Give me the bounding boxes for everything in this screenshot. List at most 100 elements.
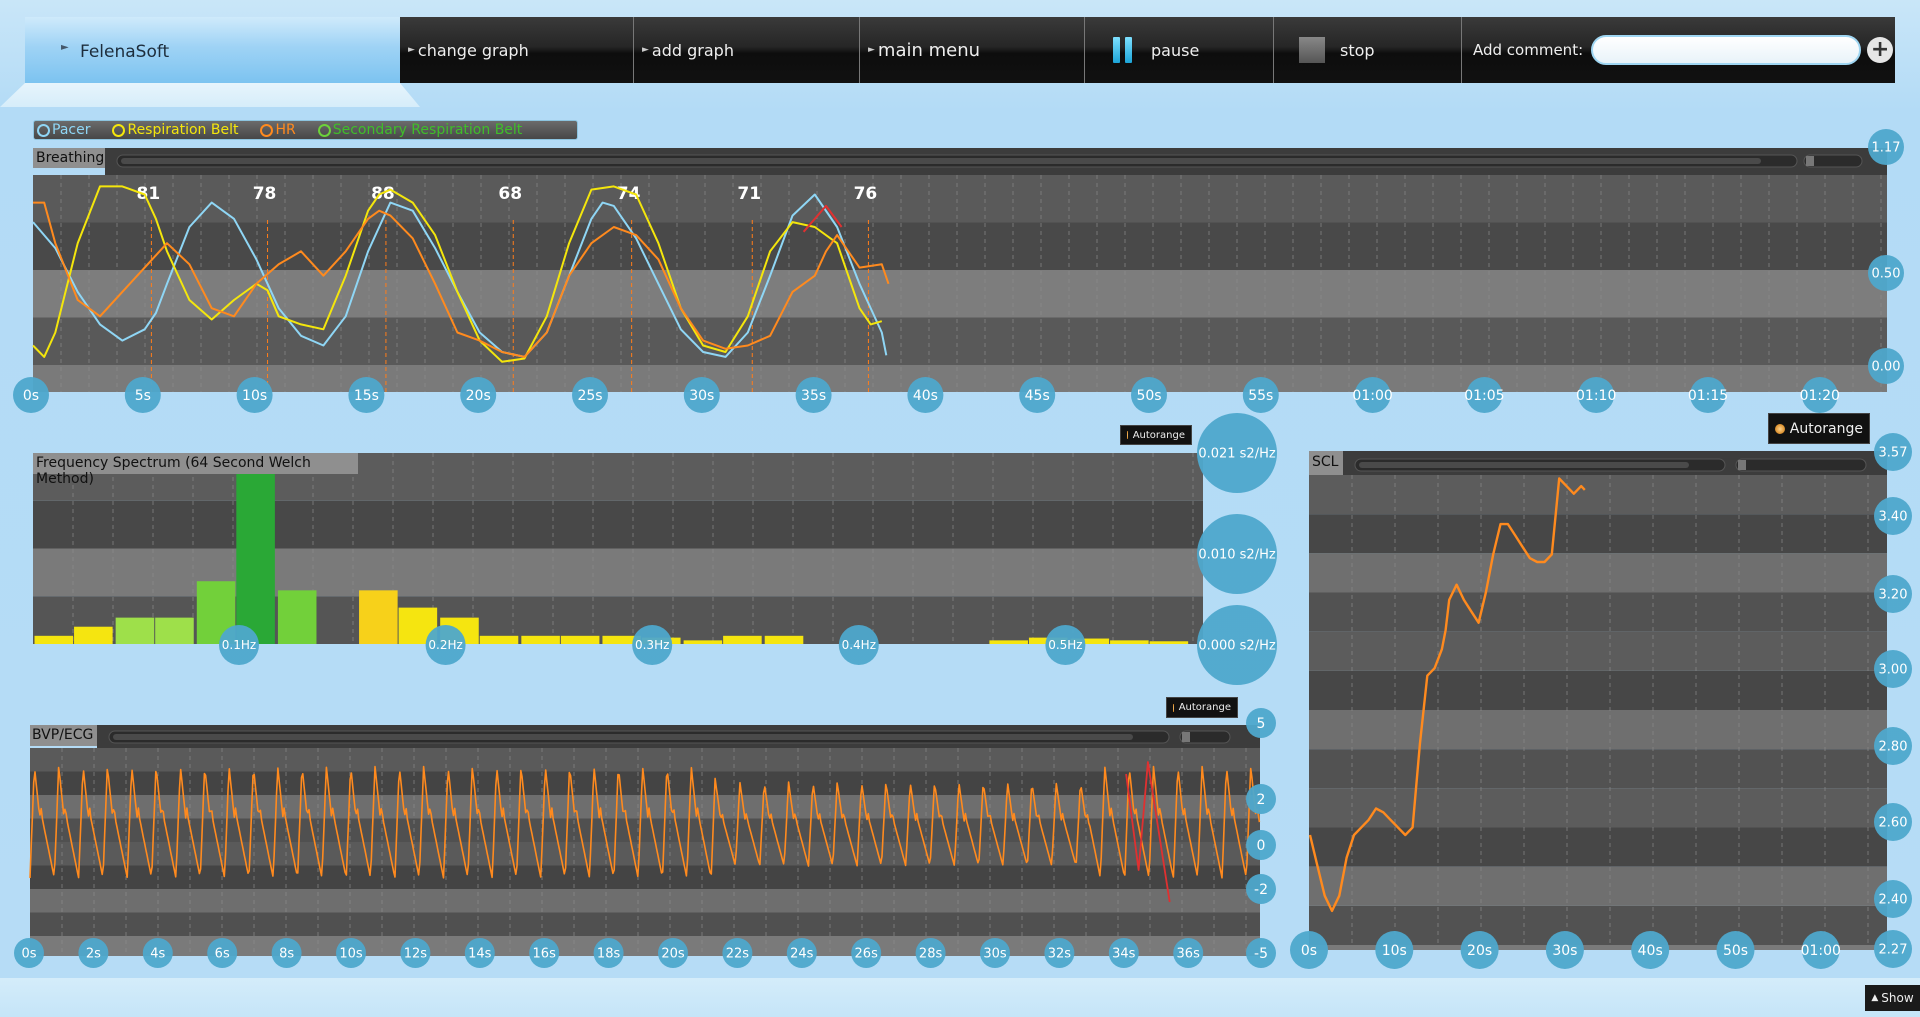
spectrum-band <box>33 500 1203 549</box>
bvp-zoom-handle <box>1182 732 1190 742</box>
spectrum-bar <box>34 635 74 644</box>
bvp-ytick-label: 5 <box>1257 716 1266 732</box>
legend-item-secondary-respiration-belt[interactable]: Secondary Respiration Belt <box>317 122 522 138</box>
breathing-xtick-label: 35s <box>801 388 826 404</box>
show-button[interactable]: ▲ Show <box>1865 985 1920 1011</box>
scl-band <box>1309 514 1887 554</box>
bvp-xtick-label: 14s <box>468 947 492 962</box>
scl-zoom-handle <box>1738 460 1746 470</box>
breathing-hr-annotation: 76 <box>854 184 878 204</box>
bvp-ytick-label: -2 <box>1254 882 1268 898</box>
spectrum-autorange-button[interactable]: Autorange <box>1120 425 1192 445</box>
bvp-xtick-label: 30s <box>983 947 1007 962</box>
scl-xtick-label: 0s <box>1301 943 1317 959</box>
spectrum-bar <box>764 635 804 644</box>
scl-band <box>1309 866 1887 906</box>
autorange-label: Autorange <box>1178 702 1231 713</box>
spectrum-bar <box>115 617 155 644</box>
bvp-xtick-label: 4s <box>150 947 165 962</box>
scl-chart: 0s 10s 20s 30s 40s 50s 01:00 3.57 3.40 3.20 3.00 2.… <box>1290 433 1912 969</box>
bvp-band <box>30 865 1260 889</box>
scl-ytick-label: 3.00 <box>1879 663 1908 678</box>
legend-label: Respiration Belt <box>127 122 239 138</box>
scl-xtick-label: 40s <box>1638 943 1663 959</box>
breathing-legend: Pacer Respiration Belt HR Secondary Resp… <box>33 120 578 140</box>
breathing-hr-annotation: 74 <box>617 184 641 204</box>
scl-ytick-label: 2.40 <box>1879 893 1908 908</box>
scl-zoom-track <box>1735 458 1867 472</box>
legend-item-pacer[interactable]: Pacer <box>37 122 90 138</box>
bvp-ytick-label: 2 <box>1257 792 1266 808</box>
autorange-label: Autorange <box>1789 420 1863 437</box>
breathing-xtick-label: 01:05 <box>1464 388 1504 404</box>
spectrum-xtick-label: 0.1Hz <box>222 638 256 652</box>
breathing-ytick-label: 0.00 <box>1872 360 1901 375</box>
autorange-label: Autorange <box>1132 429 1185 441</box>
bvp-ytick-label: 0 <box>1257 838 1266 854</box>
scl-xtick-label: 10s <box>1382 943 1407 959</box>
scl-xtick-label: 20s <box>1467 943 1492 959</box>
legend-dot-icon <box>260 123 274 137</box>
breathing-xtick-label: 45s <box>1025 388 1050 404</box>
bvp-xtick-label: 22s <box>726 947 750 962</box>
scl-xtick-label: 01:00 <box>1801 943 1841 959</box>
breathing-band <box>33 270 1887 318</box>
autorange-indicator-icon <box>1127 431 1128 439</box>
breathing-xtick-label: 01:20 <box>1800 388 1840 404</box>
breathing-xtick-label: 5s <box>135 388 151 404</box>
bvp-ecg-chart: 0s 2s 4s 6s 8s 10s 12s 14s 16s 18s 20s 22s 24s 26s 28s… <box>14 708 1276 968</box>
breathing-hr-annotation: 71 <box>737 184 761 204</box>
scl-ytick-label: 2.27 <box>1879 943 1908 958</box>
bvp-xtick-label: 8s <box>279 947 294 962</box>
bvp-band <box>30 748 1260 772</box>
bvp-band <box>30 912 1260 936</box>
spectrum-bar <box>560 635 600 644</box>
bvp-xtick-label: 16s <box>533 947 557 962</box>
breathing-hr-annotation: 78 <box>253 184 277 204</box>
bvp-xtick-label: 26s <box>855 947 879 962</box>
scl-band <box>1309 670 1887 710</box>
legend-label: HR <box>275 122 296 138</box>
breathing-xtick-label: 50s <box>1136 388 1161 404</box>
autorange-indicator-icon <box>1173 703 1174 712</box>
bvp-xtick-label: 0s <box>21 947 36 962</box>
bvp-xtick-label: 32s <box>1048 947 1072 962</box>
bvp-xtick-label: 34s <box>1112 947 1136 962</box>
scl-band <box>1309 553 1887 593</box>
show-label: Show <box>1881 991 1914 1005</box>
spectrum-bar <box>155 617 194 644</box>
scl-band <box>1309 592 1887 632</box>
bvp-xtick-label: 10s <box>339 947 363 962</box>
breathing-chart: 81 78 88 68 74 71 760s 5s 10s 15s 20s 25s 30s 35s 40s 4… <box>13 129 1904 413</box>
scl-band <box>1309 788 1887 828</box>
spectrum-bar <box>359 590 398 644</box>
bvp-xtick-label: 18s <box>597 947 621 962</box>
legend-item-hr[interactable]: HR <box>260 122 296 138</box>
breathing-xtick-label: 01:15 <box>1688 388 1728 404</box>
breathing-xtick-label: 10s <box>242 388 267 404</box>
breathing-xtick-label: 40s <box>913 388 938 404</box>
breathing-xtick-label: 25s <box>577 388 602 404</box>
bvp-title: BVP/ECG <box>30 725 97 746</box>
breathing-xtick-label: 20s <box>466 388 491 404</box>
bvp-ytick-label: -5 <box>1254 946 1268 962</box>
breathing-xtick-label: 01:10 <box>1576 388 1616 404</box>
legend-dot-icon <box>37 123 50 137</box>
spectrum-bar <box>1149 641 1189 644</box>
bvp-xtick-label: 28s <box>919 947 943 962</box>
scl-title: SCL <box>1309 451 1343 475</box>
legend-item-respiration-belt[interactable]: Respiration Belt <box>112 122 238 138</box>
bvp-autorange-button[interactable]: Autorange <box>1166 697 1238 718</box>
legend-label: Pacer <box>52 122 91 138</box>
bvp-xtick-label: 6s <box>215 947 230 962</box>
scl-xtick-label: 50s <box>1723 943 1748 959</box>
breathing-scroll-thumb <box>121 158 1761 164</box>
scl-scroll-thumb <box>1359 462 1689 468</box>
spectrum-bar <box>683 640 723 644</box>
spectrum-ytick-label: 0.021 s2/Hz <box>1198 447 1276 462</box>
autorange-indicator-icon <box>1775 423 1785 434</box>
scl-autorange-button[interactable]: Autorange <box>1768 413 1870 444</box>
spectrum-xtick-label: 0.2Hz <box>428 638 462 652</box>
spectrum-bar <box>989 640 1028 644</box>
breathing-xtick-label: 15s <box>354 388 379 404</box>
